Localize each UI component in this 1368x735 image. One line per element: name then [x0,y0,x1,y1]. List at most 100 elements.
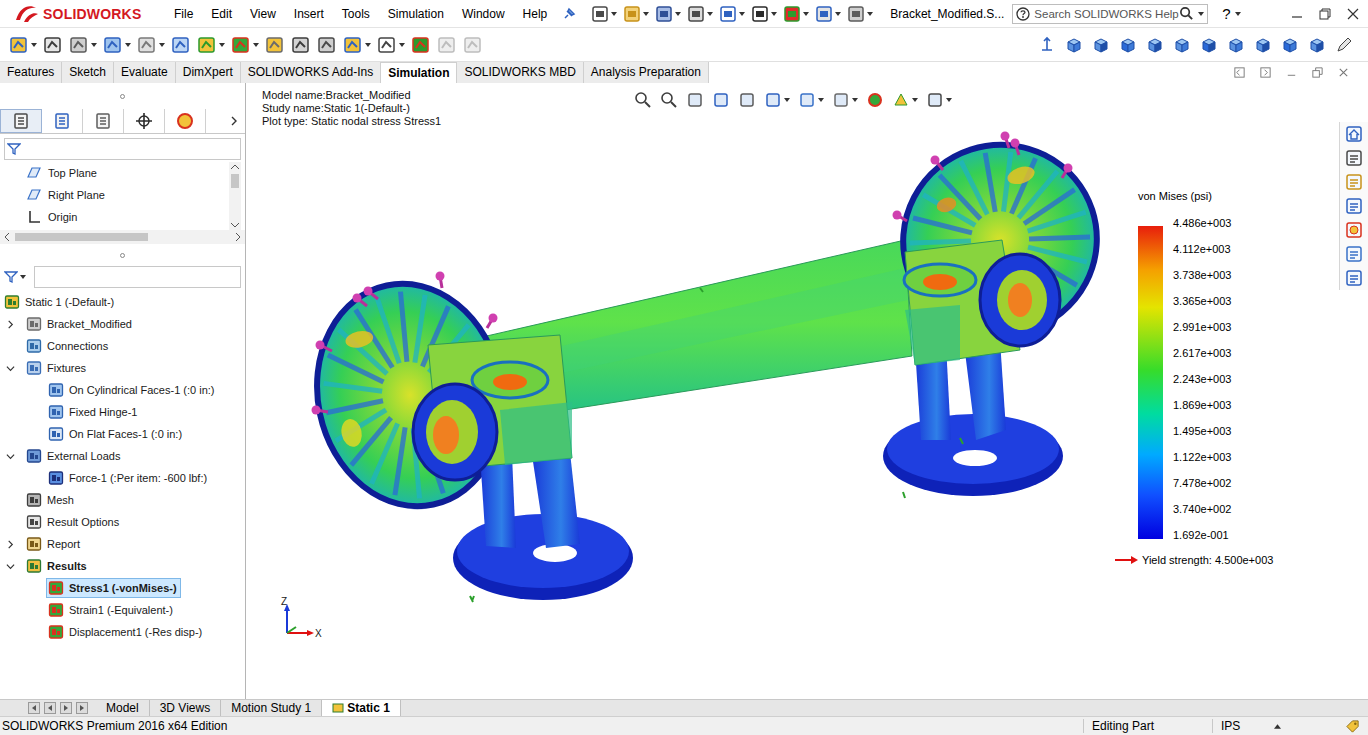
view-cube-icon[interactable] [1199,35,1219,55]
panel-tab[interactable] [124,109,165,133]
model-tab[interactable]: Motion Study 1 [221,700,322,716]
view-cube-icon[interactable] [1091,35,1111,55]
vertical-scrollbar[interactable] [229,162,241,230]
graphics-area[interactable]: Model name:Bracket_ModifiedStudy name:St… [246,83,1368,699]
menu-item[interactable]: File [165,7,202,21]
view-cube-icon[interactable] [1145,35,1165,55]
view-cube-icon[interactable] [1226,35,1246,55]
command-button[interactable] [262,35,288,55]
feature-tree-item[interactable]: Right Plane [0,184,229,206]
study-tree-item[interactable]: Connections [0,335,245,357]
study-tree-item[interactable]: Fixed Hinge-1 [0,401,245,423]
view-cube-icon[interactable] [1172,35,1192,55]
menu-item[interactable]: Edit [202,7,241,21]
task-pane-icon[interactable] [1344,244,1364,264]
filter-field[interactable] [0,266,245,288]
command-button[interactable] [134,35,168,55]
filter-field[interactable] [4,138,241,160]
model-tab[interactable]: Model [96,700,150,716]
tab-scroll-icon[interactable] [76,702,88,714]
view-cube-icon[interactable] [1064,35,1084,55]
collapsed-icon[interactable] [6,540,15,549]
command-button[interactable] [374,35,408,55]
units-selector[interactable]: IPS [1212,719,1321,733]
view-cube-icon[interactable] [1118,35,1138,55]
task-pane-icon[interactable] [1344,148,1364,168]
tile-right-icon[interactable] [1259,66,1272,79]
command-button[interactable] [314,35,340,55]
toolbar-button[interactable] [780,5,812,23]
task-pane-icon[interactable] [1344,220,1364,240]
command-button[interactable] [340,35,374,55]
view-button[interactable] [658,89,680,111]
view-cube-icon[interactable] [1253,35,1273,55]
view-button[interactable] [736,89,758,111]
restore-icon[interactable] [1318,7,1332,21]
study-tree-item[interactable]: Stress1 (-vonMises-) [0,577,245,599]
splitter[interactable] [0,244,245,266]
minimize-icon[interactable] [1290,7,1304,21]
study-tree-item[interactable]: Static 1 (-Default-) [0,291,245,313]
ribbon-tab[interactable]: SOLIDWORKS MBD [457,62,583,83]
command-button[interactable] [408,35,434,55]
toolbar-button[interactable] [716,5,748,23]
ribbon-tab[interactable]: Simulation [381,62,457,83]
view-button[interactable] [864,89,886,111]
pen-icon[interactable] [1334,35,1354,55]
view-button[interactable] [796,89,826,111]
minimize-icon[interactable] [1285,66,1298,79]
feature-tree-item[interactable]: Top Plane [0,162,229,184]
study-tree-item[interactable]: On Cylindrical Faces-1 (:0 in:) [0,379,245,401]
stress-plot-model[interactable] [246,83,1368,699]
view-button[interactable] [684,89,706,111]
menu-item[interactable]: Help [514,7,557,21]
ribbon-tab[interactable]: Evaluate [114,62,176,83]
view-cube-icon[interactable] [1280,35,1300,55]
close-icon[interactable] [1337,66,1350,79]
scroll-left-icon[interactable] [4,233,10,241]
chevron-right-icon[interactable] [229,116,239,126]
menu-item[interactable]: Tools [333,7,379,21]
ribbon-tab[interactable]: Sketch [62,62,114,83]
restore-icon[interactable] [1311,66,1324,79]
toolbar-button[interactable] [620,5,652,23]
command-button[interactable] [434,35,460,55]
ribbon-tab[interactable]: DimXpert [176,62,241,83]
toolbar-button[interactable] [588,5,620,23]
view-cube-icon[interactable] [1307,35,1327,55]
view-button[interactable] [830,89,860,111]
collapsed-icon[interactable] [6,320,15,329]
view-button[interactable] [632,89,654,111]
view-button[interactable] [924,89,954,111]
help-button[interactable]: ? [1222,5,1240,22]
expanded-icon[interactable] [6,452,15,461]
normal-to-icon[interactable] [1037,35,1057,55]
toolbar-button[interactable] [748,5,780,23]
command-button[interactable] [6,35,40,55]
panel-tab[interactable] [165,109,206,133]
study-tree-item[interactable]: Force-1 (:Per item: -600 lbf:) [0,467,245,489]
pin-icon[interactable] [562,7,576,21]
scroll-down-icon[interactable] [231,222,239,228]
toolbar-button[interactable] [812,5,844,23]
task-pane-icon[interactable] [1344,124,1364,144]
command-button[interactable] [66,35,100,55]
task-pane-icon[interactable] [1344,196,1364,216]
study-tree-item[interactable]: Displacement1 (-Res disp-) [0,621,245,643]
search-field[interactable]: Search SOLIDWORKS Help [1012,4,1208,24]
command-button[interactable] [228,35,262,55]
study-tree-item[interactable]: Bracket_Modified [0,313,245,335]
model-tab[interactable]: Static 1 [322,700,401,716]
expanded-icon[interactable] [6,562,15,571]
menu-item[interactable]: View [241,7,285,21]
study-tree-item[interactable]: Mesh [0,489,245,511]
task-pane-icon[interactable] [1344,268,1364,288]
ribbon-tab[interactable]: Features [0,62,62,83]
tab-scroll-icon[interactable] [28,702,40,714]
study-tree-item[interactable]: Result Options [0,511,245,533]
tile-left-icon[interactable] [1233,66,1246,79]
expanded-icon[interactable] [6,364,15,373]
panel-tab[interactable] [0,109,42,133]
command-button[interactable] [460,35,486,55]
scroll-up-icon[interactable] [231,164,239,170]
